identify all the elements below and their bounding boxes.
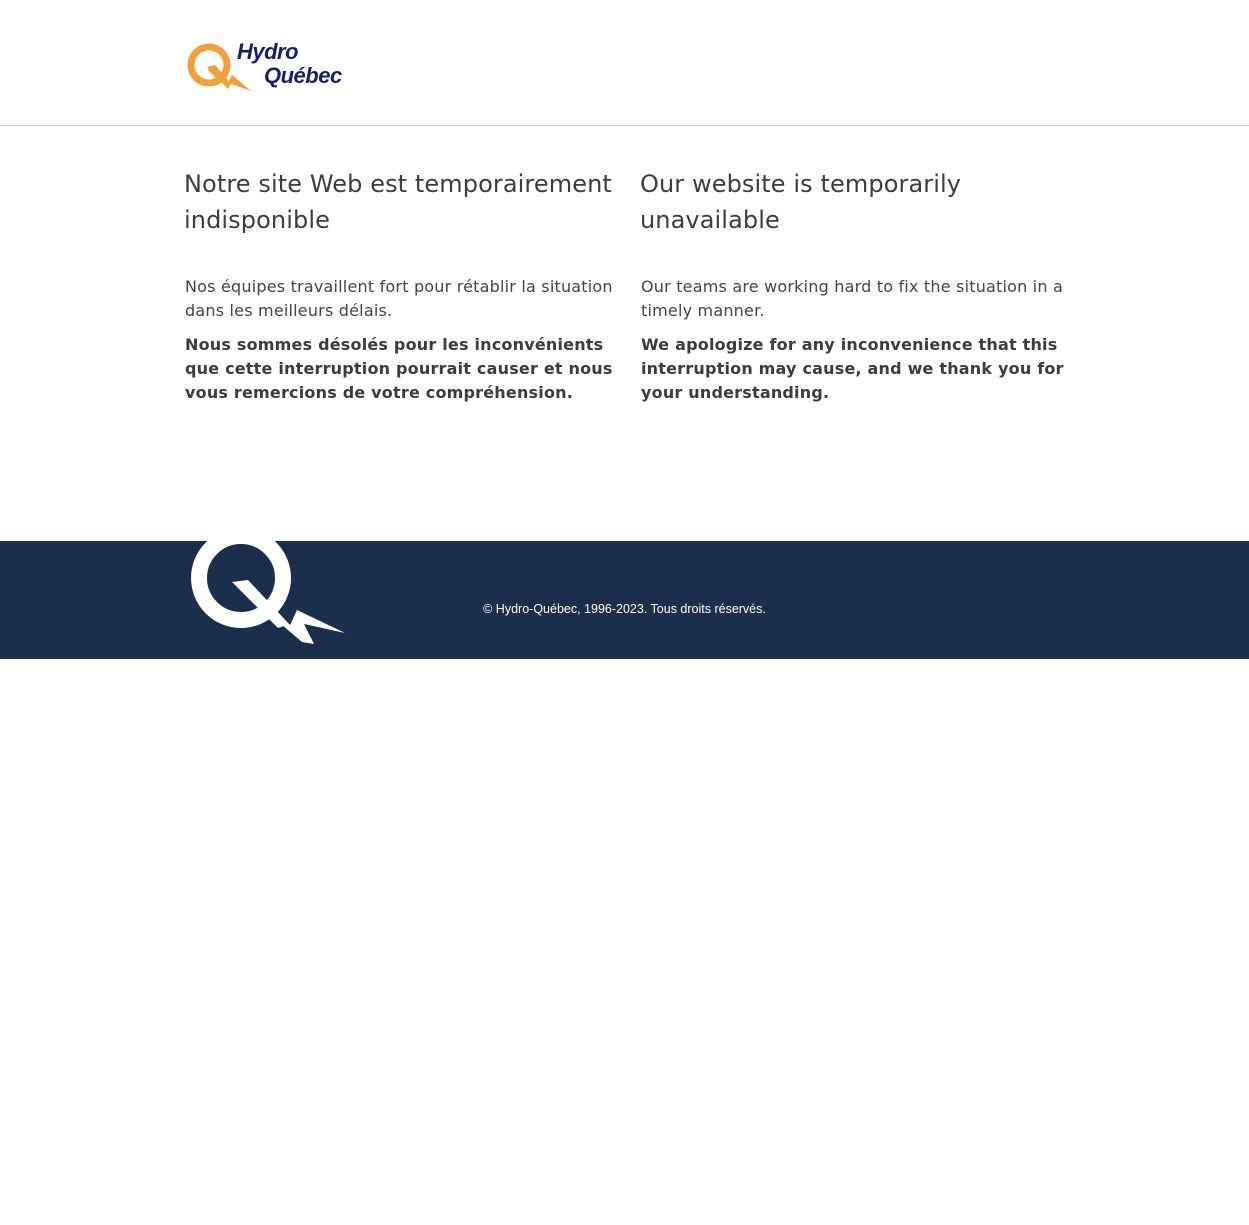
logo-line-quebec: Québec [264,63,342,88]
french-notice: Notre site Web est temporairement indisp… [184,166,614,415]
hydro-quebec-q-icon [191,528,345,644]
copyright-text: © Hydro-Québec, 1996-2023. Tous droits r… [483,602,766,616]
english-notice: Our website is temporarily unavailable O… [640,166,1070,415]
english-title: Our website is temporarily unavailable [640,170,962,234]
logo-line-hydro: Hydro [237,39,299,64]
footer-logo [184,528,349,648]
english-apology: We apologize for any inconvenience that … [641,335,1064,402]
hydro-quebec-logo[interactable]: Hydro Québec [185,38,355,98]
french-apology: Nous sommes désolés pour les inconvénien… [185,335,613,402]
logo-wordmark: Hydro Québec [237,40,342,88]
french-paragraph: Nos équipes travaillent fort pour rétabl… [185,277,613,320]
site-header: Hydro Québec [0,0,1249,126]
french-title: Notre site Web est temporairement indisp… [184,170,612,234]
english-paragraph: Our teams are working hard to fix the si… [641,277,1064,320]
